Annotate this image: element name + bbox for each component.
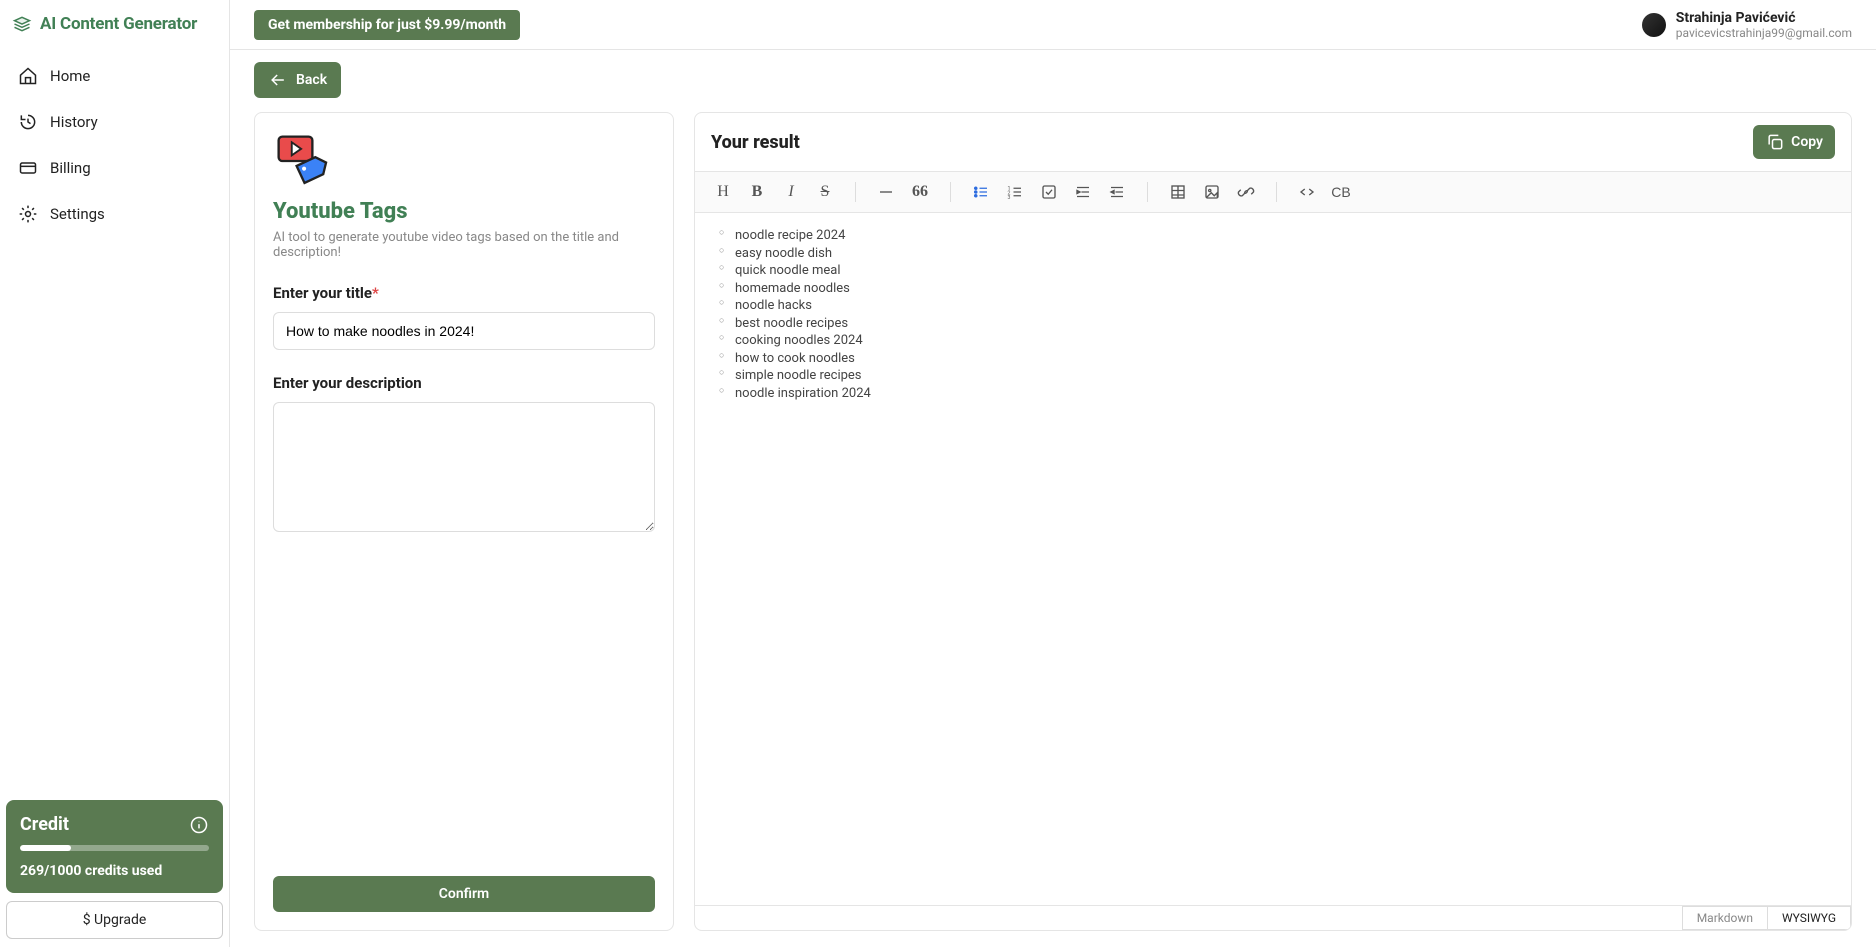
toolbar-table[interactable] bbox=[1162, 178, 1194, 206]
history-icon bbox=[18, 112, 38, 132]
nav-home[interactable]: Home bbox=[6, 54, 223, 98]
result-item[interactable]: easy noodle dish bbox=[719, 245, 1827, 263]
sidebar: AI Content Generator Home History Billin… bbox=[0, 0, 230, 947]
user-block[interactable]: Strahinja Pavićević pavicevicstrahinja99… bbox=[1642, 10, 1852, 40]
description-label: Enter your description bbox=[273, 374, 655, 392]
toolbar-quote[interactable]: 66 bbox=[904, 178, 936, 206]
toolbar-checklist[interactable] bbox=[1033, 178, 1065, 206]
user-name: Strahinja Pavićević bbox=[1676, 10, 1852, 26]
mode-switch: Markdown WYSIWYG bbox=[695, 905, 1851, 930]
toolbar-ul[interactable] bbox=[965, 178, 997, 206]
arrow-left-icon bbox=[268, 70, 288, 90]
result-item[interactable]: homemade noodles bbox=[719, 280, 1827, 298]
membership-button[interactable]: Get membership for just $9.99/month bbox=[254, 10, 520, 40]
brand-name: AI Content Generator bbox=[40, 14, 197, 34]
toolbar-codeblock[interactable]: CB bbox=[1325, 178, 1357, 206]
result-item[interactable]: noodle recipe 2024 bbox=[719, 227, 1827, 245]
credit-text: 269/1000 credits used bbox=[20, 863, 209, 879]
mode-wysiwyg[interactable]: WYSIWYG bbox=[1767, 906, 1851, 930]
copy-icon bbox=[1765, 132, 1785, 152]
logo-icon bbox=[12, 14, 32, 34]
title-input[interactable] bbox=[273, 312, 655, 350]
topbar: Get membership for just $9.99/month Stra… bbox=[230, 0, 1876, 50]
result-panel: Your result Copy H B I S bbox=[694, 112, 1852, 931]
mode-markdown[interactable]: Markdown bbox=[1682, 906, 1768, 930]
youtube-tags-icon bbox=[273, 131, 333, 191]
tool-title: Youtube Tags bbox=[273, 199, 655, 224]
tool-desc: AI tool to generate youtube video tags b… bbox=[273, 230, 655, 260]
svg-text:3: 3 bbox=[1008, 195, 1011, 201]
description-input[interactable] bbox=[273, 402, 655, 532]
result-item[interactable]: how to cook noodles bbox=[719, 350, 1827, 368]
nav-history-label: History bbox=[50, 113, 98, 131]
credit-widget: Credit 269/1000 credits used bbox=[6, 800, 223, 893]
toolbar-ol[interactable]: 123 bbox=[999, 178, 1031, 206]
toolbar-bold[interactable]: B bbox=[741, 178, 773, 206]
nav-billing-label: Billing bbox=[50, 159, 91, 177]
back-label: Back bbox=[296, 72, 327, 88]
editor-body[interactable]: noodle recipe 2024easy noodle dishquick … bbox=[695, 213, 1851, 905]
credit-heading: Credit bbox=[20, 814, 69, 835]
result-heading: Your result bbox=[711, 132, 800, 153]
info-icon[interactable] bbox=[189, 815, 209, 835]
title-label: Enter your title* bbox=[273, 284, 655, 302]
nav-history[interactable]: History bbox=[6, 100, 223, 144]
main: Get membership for just $9.99/month Stra… bbox=[230, 0, 1876, 947]
result-item[interactable]: noodle inspiration 2024 bbox=[719, 385, 1827, 403]
nav-billing[interactable]: Billing bbox=[6, 146, 223, 190]
result-item[interactable]: cooking noodles 2024 bbox=[719, 332, 1827, 350]
nav: Home History Billing Settings bbox=[6, 54, 223, 236]
avatar bbox=[1642, 13, 1666, 37]
back-button[interactable]: Back bbox=[254, 62, 341, 98]
toolbar-heading[interactable]: H bbox=[707, 178, 739, 206]
gear-icon bbox=[18, 204, 38, 224]
upgrade-button[interactable]: $ Upgrade bbox=[6, 901, 223, 939]
confirm-button[interactable]: Confirm bbox=[273, 876, 655, 912]
nav-settings[interactable]: Settings bbox=[6, 192, 223, 236]
nav-home-label: Home bbox=[50, 67, 90, 85]
copy-label: Copy bbox=[1791, 134, 1823, 150]
toolbar-image[interactable] bbox=[1196, 178, 1228, 206]
result-item[interactable]: quick noodle meal bbox=[719, 262, 1827, 280]
toolbar-strike[interactable]: S bbox=[809, 178, 841, 206]
credit-progress bbox=[20, 845, 209, 851]
billing-icon bbox=[18, 158, 38, 178]
toolbar-link[interactable] bbox=[1230, 178, 1262, 206]
nav-settings-label: Settings bbox=[50, 205, 105, 223]
home-icon bbox=[18, 66, 38, 86]
toolbar-code[interactable] bbox=[1291, 178, 1323, 206]
workspace: Back Youtube Tags AI tool to generate yo… bbox=[230, 50, 1876, 947]
copy-button[interactable]: Copy bbox=[1753, 125, 1835, 159]
toolbar-hr[interactable] bbox=[870, 178, 902, 206]
toolbar-italic[interactable]: I bbox=[775, 178, 807, 206]
toolbar-indent[interactable] bbox=[1067, 178, 1099, 206]
input-panel: Youtube Tags AI tool to generate youtube… bbox=[254, 112, 674, 931]
user-email: pavicevicstrahinja99@gmail.com bbox=[1676, 26, 1852, 40]
result-item[interactable]: noodle hacks bbox=[719, 297, 1827, 315]
brand-logo[interactable]: AI Content Generator bbox=[6, 8, 223, 48]
result-item[interactable]: simple noodle recipes bbox=[719, 367, 1827, 385]
editor-toolbar: H B I S 66 123 bbox=[695, 171, 1851, 213]
toolbar-outdent[interactable] bbox=[1101, 178, 1133, 206]
result-item[interactable]: best noodle recipes bbox=[719, 315, 1827, 333]
